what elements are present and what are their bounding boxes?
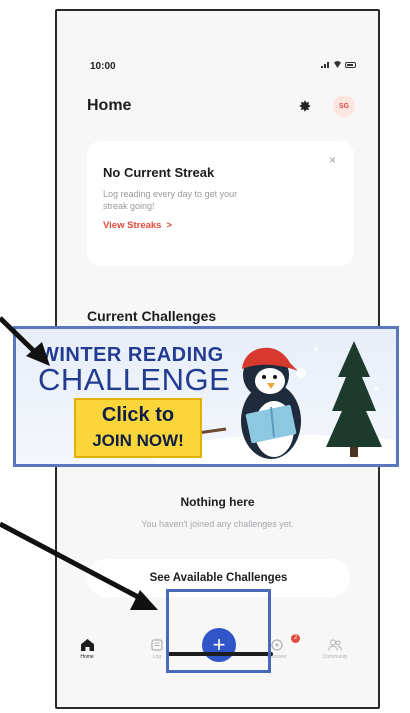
banner-title-line2: CHALLENGE [38,362,231,397]
penguin-face [255,368,285,394]
battery-icon [345,61,356,68]
tab-home[interactable]: Home [67,637,107,660]
close-icon[interactable]: × [329,153,336,167]
join-now-line1: Click to [101,404,175,426]
gear-icon[interactable] [298,99,312,113]
snowflake [374,387,378,391]
hat-pompom [296,368,306,378]
wifi-icon [333,61,342,68]
join-now-line2: JOIN NOW! [92,431,184,450]
snowflake [314,347,318,351]
status-time: 10:00 [90,61,116,72]
view-streaks-label: View Streaks [103,220,162,231]
signal-icon [321,61,330,68]
empty-state-title: Nothing here [180,495,255,509]
streak-card: × No Current Streak Log reading every da… [87,141,354,266]
streak-title: No Current Streak [103,165,215,180]
empty-state-text: You haven't joined any challenges yet. [141,519,294,529]
page-title: Home [87,97,132,114]
tab-community-label: Community [322,654,348,660]
streak-text: Log reading every day to get your streak… [103,189,238,211]
notification-badge: 2 [291,634,300,643]
current-challenges-title: Current Challenges [87,308,217,324]
pine-tree-trunk [350,447,358,457]
chevron-right-icon: > [166,220,173,231]
community-icon [315,637,355,651]
avatar[interactable]: SG [333,95,355,117]
pine-tree-icon [326,341,382,447]
home-icon [67,637,107,651]
view-streaks-link[interactable]: View Streaks > [103,220,338,231]
fab-highlight-box [166,589,271,673]
tab-community[interactable]: Community [315,637,355,660]
join-now-button[interactable]: Click to JOIN NOW! [74,398,202,458]
penguin-eye [273,375,277,379]
status-icons [321,61,356,68]
tab-home-label: Home [80,654,94,660]
penguin-eye [262,375,266,379]
